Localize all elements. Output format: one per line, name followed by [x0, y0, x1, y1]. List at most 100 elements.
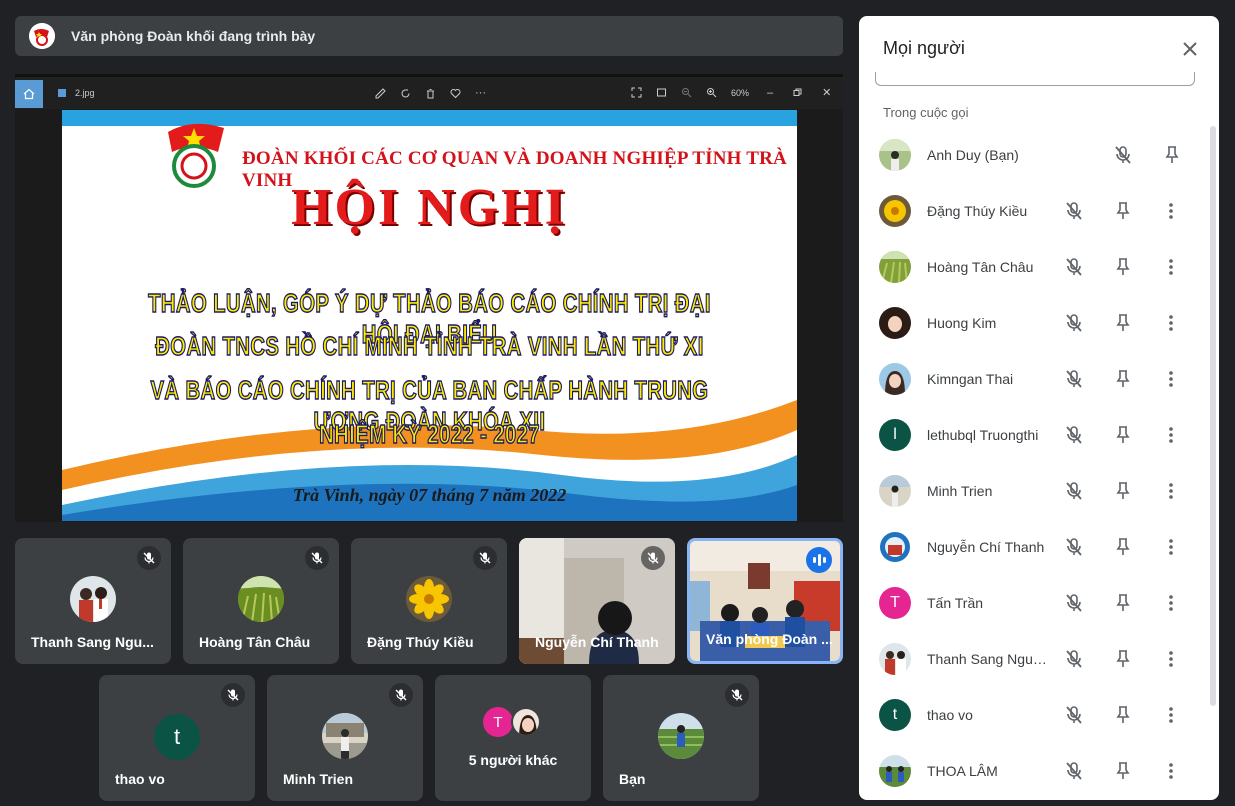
pin-icon[interactable]: [1112, 480, 1134, 502]
pin-icon[interactable]: [1161, 144, 1183, 166]
group-avatars: T: [483, 707, 547, 739]
more-options-icon[interactable]: [1161, 200, 1181, 222]
pin-icon[interactable]: [1112, 536, 1134, 558]
participant-row[interactable]: t thao vo: [859, 687, 1209, 743]
participant-row[interactable]: Nguyễn Chí Thanh: [859, 519, 1209, 575]
avatar: [879, 195, 911, 227]
muted-mic-icon: [473, 546, 497, 570]
participant-name: Văn phòng Đoàn ...: [706, 631, 833, 647]
home-button[interactable]: [15, 80, 43, 108]
participant-row[interactable]: Thanh Sang Nguy...: [859, 631, 1209, 687]
avatar: [406, 576, 452, 622]
participant-group-tile[interactable]: T 5 người khác: [435, 675, 591, 801]
participant-tile[interactable]: Minh Trien: [267, 675, 423, 801]
pin-icon[interactable]: [1112, 312, 1134, 334]
muted-mic-icon[interactable]: [1063, 760, 1085, 782]
muted-mic-icon[interactable]: [1063, 312, 1085, 334]
participant-name: Đặng Thúy Kiều: [927, 203, 1028, 219]
section-label: Trong cuộc gọi: [883, 105, 969, 120]
slide-line-4: NHIỆM KỲ 2022 - 2027: [319, 418, 541, 449]
pin-icon[interactable]: [1112, 760, 1134, 782]
participant-tile[interactable]: Thanh Sang Ngu...: [15, 538, 171, 664]
pin-icon[interactable]: [1112, 424, 1134, 446]
favorite-icon[interactable]: [450, 88, 461, 99]
fit-icon[interactable]: [656, 87, 667, 98]
avatar: [70, 576, 116, 622]
more-options-icon[interactable]: [1161, 760, 1181, 782]
muted-mic-icon[interactable]: [1063, 424, 1085, 446]
close-window-icon[interactable]: ✕: [822, 86, 831, 99]
meet-window: Văn phòng Đoàn khối đang trình bày 2.jpg…: [0, 0, 1235, 806]
presenter-banner: Văn phòng Đoàn khối đang trình bày: [15, 16, 843, 56]
pin-icon[interactable]: [1112, 200, 1134, 222]
participant-tile[interactable]: t thao vo: [99, 675, 255, 801]
muted-mic-icon[interactable]: [1063, 592, 1085, 614]
more-options-icon[interactable]: [1161, 648, 1181, 670]
participant-name: Minh Trien: [283, 771, 353, 787]
muted-mic-icon[interactable]: [1063, 480, 1085, 502]
more-options-icon[interactable]: [1161, 256, 1181, 278]
muted-mic-icon[interactable]: [1063, 536, 1085, 558]
pin-icon[interactable]: [1112, 648, 1134, 670]
participant-tile-self[interactable]: Bạn: [603, 675, 759, 801]
rotate-icon[interactable]: [400, 88, 411, 99]
muted-mic-icon[interactable]: [1063, 256, 1085, 278]
muted-mic-icon[interactable]: [1063, 200, 1085, 222]
avatar: [879, 251, 911, 283]
participant-row[interactable]: T Tấn Trần: [859, 575, 1209, 631]
participant-row[interactable]: THOA LÂM: [859, 743, 1209, 799]
edit-icon[interactable]: [375, 87, 386, 99]
participant-row[interactable]: Anh Duy (Bạn): [859, 127, 1209, 183]
participant-tile[interactable]: Đặng Thúy Kiều: [351, 538, 507, 664]
muted-mic-icon[interactable]: [1112, 144, 1134, 166]
home-icon: [23, 88, 35, 100]
more-options-icon[interactable]: ···: [475, 87, 486, 99]
participant-row[interactable]: l lethubql Truongthi: [859, 407, 1209, 463]
avatar-initial: l: [893, 426, 897, 443]
participant-name: Anh Duy (Bạn): [927, 147, 1019, 163]
zoom-in-icon[interactable]: [706, 87, 717, 98]
more-options-icon[interactable]: [1161, 592, 1181, 614]
participant-tile[interactable]: Hoàng Tân Châu: [183, 538, 339, 664]
pin-icon[interactable]: [1112, 704, 1134, 726]
participant-row[interactable]: Minh Trien: [859, 463, 1209, 519]
more-options-icon[interactable]: [1161, 704, 1181, 726]
pin-icon[interactable]: [1112, 256, 1134, 278]
participant-name: Nguyễn Chí Thanh: [927, 539, 1045, 555]
more-options-icon[interactable]: [1161, 424, 1181, 446]
pin-icon[interactable]: [1112, 368, 1134, 390]
avatar: [879, 139, 911, 171]
participant-row[interactable]: Đặng Thúy Kiều: [859, 183, 1209, 239]
muted-mic-icon[interactable]: [1063, 704, 1085, 726]
delete-icon[interactable]: [425, 88, 436, 99]
fullscreen-icon[interactable]: [631, 87, 642, 98]
more-options-icon[interactable]: [1161, 312, 1181, 334]
avatar: [511, 707, 541, 737]
participant-name: Hoàng Tân Châu: [199, 634, 311, 650]
avatar: [879, 475, 911, 507]
search-field[interactable]: [875, 72, 1195, 86]
window-controls: – ✕: [767, 86, 831, 100]
avatar: [879, 755, 911, 787]
muted-mic-icon[interactable]: [1063, 368, 1085, 390]
muted-mic-icon[interactable]: [1063, 648, 1085, 670]
more-options-icon[interactable]: [1161, 368, 1181, 390]
restore-icon[interactable]: [793, 88, 802, 97]
pin-icon[interactable]: [1112, 592, 1134, 614]
close-icon: [1183, 42, 1197, 56]
participant-row[interactable]: Kimngan Thai: [859, 351, 1209, 407]
image-file-icon: [58, 89, 66, 97]
participant-row[interactable]: Huong Kim: [859, 295, 1209, 351]
participant-name: Hoàng Tân Châu: [927, 259, 1034, 275]
scrollbar[interactable]: [1210, 126, 1216, 706]
close-panel-button[interactable]: [1177, 36, 1203, 62]
view-tools: 60%: [631, 87, 749, 98]
participant-tile[interactable]: Nguyễn Chí Thanh: [519, 538, 675, 664]
file-tab[interactable]: 2.jpg: [57, 88, 95, 98]
more-options-icon[interactable]: [1161, 480, 1181, 502]
more-options-icon[interactable]: [1161, 536, 1181, 558]
minimize-icon[interactable]: –: [767, 87, 773, 99]
participant-row[interactable]: Hoàng Tân Châu: [859, 239, 1209, 295]
participant-tile-active-speaker[interactable]: Văn phòng Đoàn ...: [687, 538, 843, 664]
zoom-out-icon[interactable]: [681, 87, 692, 98]
